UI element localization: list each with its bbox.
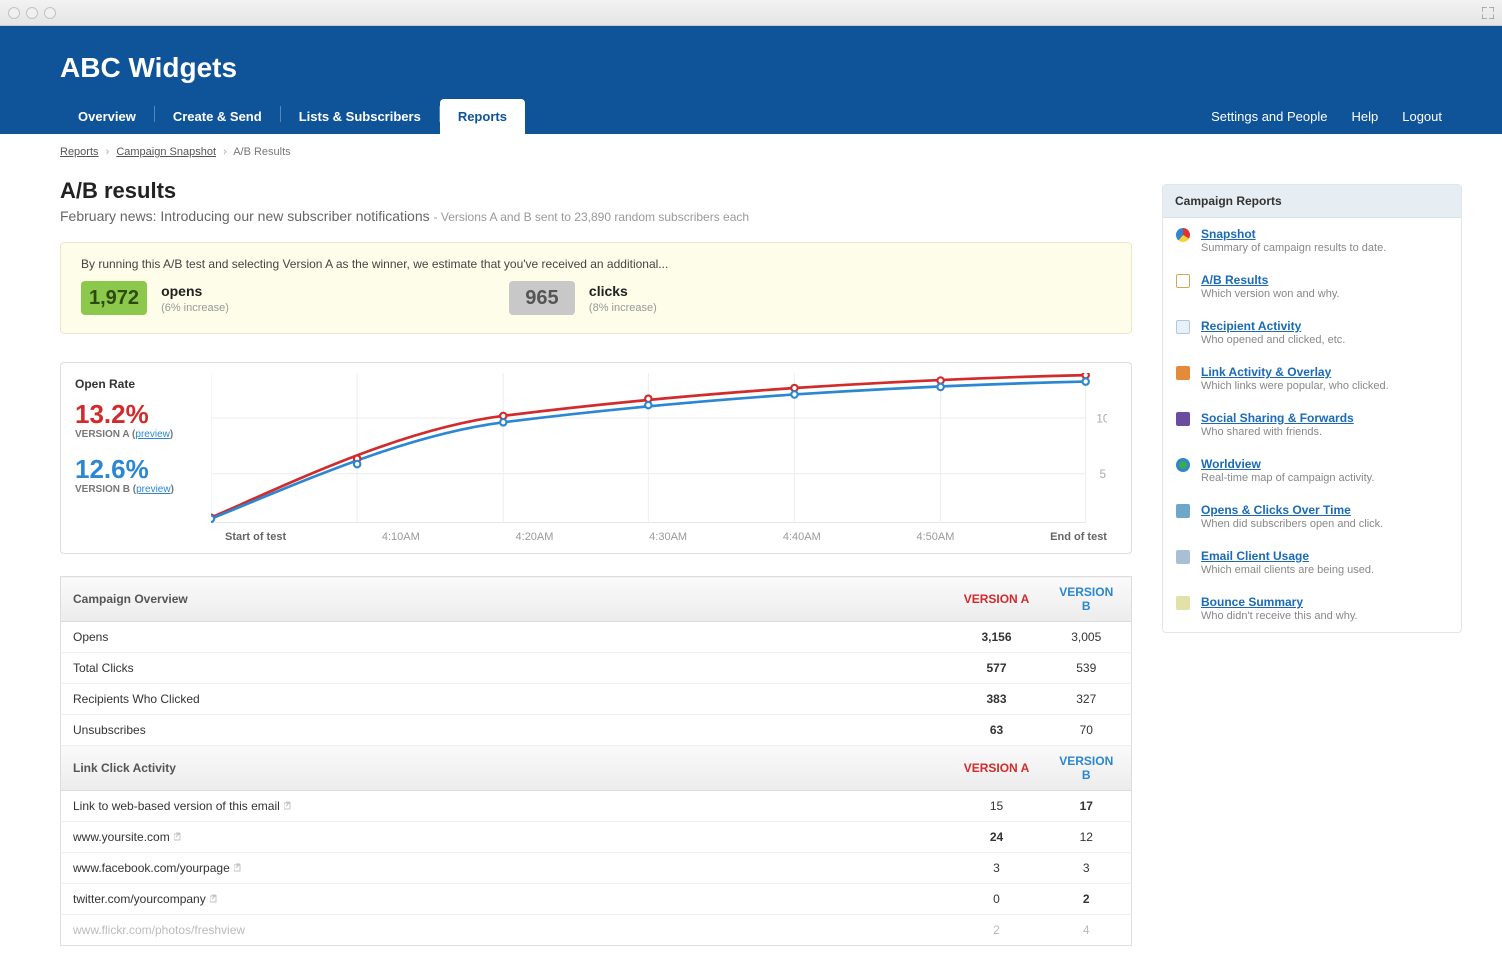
chart-x-axis: Start of test 4:10AM 4:20AM 4:30AM 4:40A…: [61, 525, 1131, 553]
chart-title: Open Rate: [75, 377, 211, 391]
person-icon: [1176, 320, 1190, 334]
share-icon: [1176, 412, 1190, 426]
breadcrumb-current: A/B Results: [233, 146, 290, 158]
link-icon: [1176, 366, 1190, 380]
close-window-icon[interactable]: [8, 7, 20, 19]
version-a-pct: 13.2%: [75, 401, 211, 427]
nav-right: Settings and People Help Logout: [1211, 109, 1442, 134]
table2-title: Link Click Activity: [61, 746, 952, 791]
table-row: www.flickr.com/photos/freshview24: [61, 915, 1132, 946]
nav-logout[interactable]: Logout: [1402, 109, 1442, 124]
pie-chart-icon: [1176, 228, 1190, 242]
breadcrumb: Reports › Campaign Snapshot › A/B Result…: [60, 134, 1132, 178]
stat-clicks-value: 965: [509, 281, 575, 315]
nav-overview[interactable]: Overview: [60, 99, 154, 134]
sidebar-item-link-activity[interactable]: Link Activity & OverlayWhich links were …: [1163, 356, 1461, 402]
chart-plot: 10 5: [211, 363, 1131, 523]
minimize-window-icon[interactable]: [26, 7, 38, 19]
table1-title: Campaign Overview: [61, 577, 952, 622]
sidebar: Campaign Reports SnapshotSummary of camp…: [1162, 134, 1462, 959]
stat-opens-value: 1,972: [81, 281, 147, 315]
version-a-preview-link[interactable]: preview: [135, 429, 169, 440]
table-row: Recipients Who Clicked383327: [61, 684, 1132, 715]
breadcrumb-snapshot[interactable]: Campaign Snapshot: [116, 146, 216, 158]
nav-settings[interactable]: Settings and People: [1211, 109, 1327, 124]
subtitle-main: February news: Introducing our new subsc…: [60, 208, 430, 224]
page-subtitle: February news: Introducing our new subsc…: [60, 208, 1132, 224]
page-title: A/B results: [60, 178, 1132, 204]
stat-clicks-note: (8% increase): [589, 302, 657, 314]
stat-opens-note: (6% increase): [161, 302, 229, 314]
version-a-label: VERSION A: [75, 429, 129, 440]
table-row: Unsubscribes6370: [61, 715, 1132, 746]
subtitle-note: - Versions A and B sent to 23,890 random…: [434, 210, 750, 224]
link-click-activity-table: Link Click Activity VERSION A VERSION B …: [60, 746, 1132, 946]
summary-box: By running this A/B test and selecting V…: [60, 242, 1132, 334]
sidebar-item-social-sharing[interactable]: Social Sharing & ForwardsWho shared with…: [1163, 402, 1461, 448]
open-rate-chart-card: Open Rate 13.2% VERSION A (preview) 12.6…: [60, 362, 1132, 554]
expand-icon[interactable]: [1482, 7, 1494, 19]
brand-title: ABC Widgets: [0, 26, 1502, 94]
primary-nav: Overview Create & Send Lists & Subscribe…: [0, 94, 1502, 134]
y-tick-5: 5: [1100, 468, 1107, 481]
nav-reports[interactable]: Reports: [440, 99, 525, 134]
table-row: www.facebook.com/yourpage33: [61, 853, 1132, 884]
x-tick-3: 4:30AM: [649, 531, 687, 543]
version-b-label: VERSION B: [75, 484, 130, 495]
external-link-icon: [210, 893, 220, 903]
window-titlebar: [0, 0, 1502, 26]
sidebar-item-ab-results[interactable]: A/B ResultsWhich version won and why.: [1163, 264, 1461, 310]
external-link-icon: [174, 831, 184, 841]
stat-opens-label: opens: [161, 283, 229, 299]
table-row: Opens3,1563,005: [61, 622, 1132, 653]
envelope-icon: [1176, 596, 1190, 610]
main-content: Reports › Campaign Snapshot › A/B Result…: [60, 134, 1162, 959]
sidebar-item-recipient-activity[interactable]: Recipient ActivityWho opened and clicked…: [1163, 310, 1461, 356]
sidebar-item-email-client-usage[interactable]: Email Client UsageWhich email clients ar…: [1163, 540, 1461, 586]
sidebar-item-snapshot[interactable]: SnapshotSummary of campaign results to d…: [1163, 218, 1461, 264]
stat-clicks: 965 clicks (8% increase): [509, 281, 657, 315]
clock-icon: [1176, 504, 1190, 518]
app-window: ABC Widgets Overview Create & Send Lists…: [0, 0, 1502, 959]
x-tick-5: 4:50AM: [916, 531, 954, 543]
x-tick-4: 4:40AM: [783, 531, 821, 543]
sidebar-item-worldview[interactable]: WorldviewReal-time map of campaign activ…: [1163, 448, 1461, 494]
stat-opens: 1,972 opens (6% increase): [81, 281, 229, 315]
nav-create-send[interactable]: Create & Send: [155, 99, 280, 134]
nav-help[interactable]: Help: [1351, 109, 1378, 124]
table-row: www.yoursite.com2412: [61, 822, 1132, 853]
table1-col-b: VERSION B: [1042, 577, 1132, 622]
chart-legend: Open Rate 13.2% VERSION A (preview) 12.6…: [61, 363, 211, 525]
sidebar-item-opens-clicks-time[interactable]: Opens & Clicks Over TimeWhen did subscri…: [1163, 494, 1461, 540]
table2-col-b: VERSION B: [1042, 746, 1132, 791]
ab-test-icon: [1176, 274, 1190, 288]
sidebar-title: Campaign Reports: [1163, 185, 1461, 218]
campaign-overview-table: Campaign Overview VERSION A VERSION B Op…: [60, 576, 1132, 746]
header: ABC Widgets Overview Create & Send Lists…: [0, 26, 1502, 134]
stat-clicks-label: clicks: [589, 283, 657, 299]
sidebar-item-bounce-summary[interactable]: Bounce SummaryWho didn't receive this an…: [1163, 586, 1461, 632]
y-tick-10: 10: [1096, 412, 1107, 425]
x-tick-end: End of test: [1050, 531, 1107, 543]
table1-col-a: VERSION A: [952, 577, 1042, 622]
maximize-window-icon[interactable]: [44, 7, 56, 19]
x-tick-1: 4:10AM: [382, 531, 420, 543]
summary-intro: By running this A/B test and selecting V…: [81, 257, 1111, 271]
table-row: Total Clicks577539: [61, 653, 1132, 684]
breadcrumb-reports[interactable]: Reports: [60, 146, 99, 158]
table-row: twitter.com/yourcompany02: [61, 884, 1132, 915]
x-tick-start: Start of test: [225, 531, 286, 543]
globe-icon: [1176, 458, 1190, 472]
version-b-pct: 12.6%: [75, 456, 211, 482]
external-link-icon: [284, 800, 294, 810]
external-link-icon: [234, 862, 244, 872]
nav-lists-subscribers[interactable]: Lists & Subscribers: [281, 99, 439, 134]
table2-col-a: VERSION A: [952, 746, 1042, 791]
monitor-icon: [1176, 550, 1190, 564]
table-row: Link to web-based version of this email1…: [61, 791, 1132, 822]
x-tick-2: 4:20AM: [516, 531, 554, 543]
version-b-preview-link[interactable]: preview: [136, 484, 170, 495]
